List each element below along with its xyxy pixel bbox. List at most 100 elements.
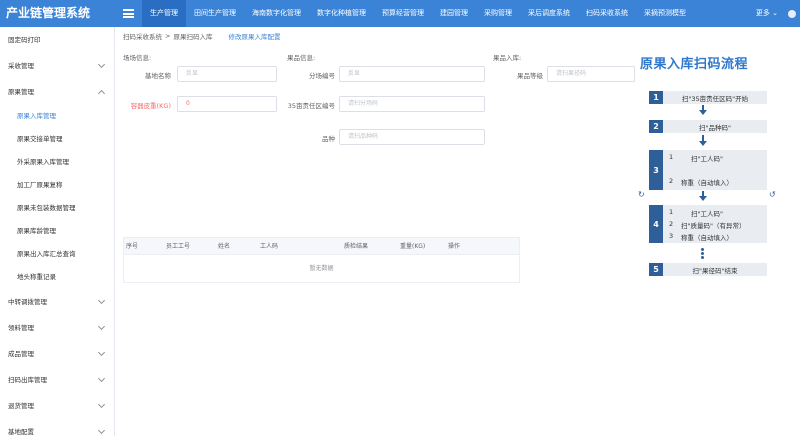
sidebar-item-transfer[interactable]: 中转调拨管理 — [0, 289, 114, 315]
flow-title: 原果入库扫码流程 — [640, 57, 749, 72]
sidebar: 固定码打印 采收管理 原果管理 原果入库管理 原果交接单管理 外采原果入库管理 … — [0, 27, 115, 436]
app-title: 产业链管理系统 — [6, 6, 91, 20]
step-line-index: 3 — [669, 232, 674, 240]
grade-label: 果品等级 — [517, 72, 543, 80]
step-number: 1 — [649, 91, 663, 104]
loop-left-icon: ↻ — [638, 190, 645, 199]
nav-more-label: 更多 — [755, 9, 770, 17]
chevron-down-icon — [97, 322, 106, 331]
step-line-text: 扫"工人码" — [691, 210, 723, 218]
step-number: 3 — [649, 150, 663, 190]
sidebar-item-label: 固定码打印 — [8, 36, 41, 44]
arrow-down-icon — [699, 110, 707, 115]
column-header: 员工工号 — [166, 243, 191, 250]
sidebar-item-label: 原果管理 — [8, 88, 34, 96]
sidebar-item-label: 领料管理 — [8, 324, 34, 332]
sidebar-item-base-config[interactable]: 基地配置 — [0, 419, 114, 436]
variety-label: 品种 — [322, 135, 335, 143]
grade-field[interactable]: 请扫果径码 — [547, 66, 635, 82]
nav-item-digital-planting[interactable]: 数字化种植管理 — [309, 0, 374, 27]
nav-item-post-harvest[interactable]: 采后调度系统 — [520, 0, 578, 27]
column-header: 序号 — [126, 243, 139, 250]
nav-item-budget[interactable]: 预算经营管理 — [374, 0, 432, 27]
sidebar-subitem-external-inbound[interactable]: 外采原果入库管理 — [0, 151, 114, 174]
section-label-field: 场场信息: — [123, 54, 152, 62]
loop-right-icon: ↺ — [769, 190, 776, 199]
zone-code-field[interactable]: 请扫分场码 — [339, 96, 485, 112]
user-avatar[interactable] — [784, 0, 800, 27]
sidebar-item-label: 退货管理 — [8, 402, 34, 410]
step-lines: 1 扫"工人码" 2 扫"质量码"（有异常） 3 称重（自动填入） — [669, 205, 765, 243]
inbound-flow-panel: 原果入库扫码流程 1 扫"35亩责任区码"开始 2 扫"品种码" 3 1 扫"工… — [635, 45, 800, 436]
table-header: 序号 员工工号 姓名 工人码 质检结果 重量(KG) 操作 — [124, 238, 519, 255]
base-name-label: 基地名称 — [145, 72, 171, 80]
sidebar-item-label: 扫码出库管理 — [8, 376, 47, 384]
chevron-down-icon — [97, 296, 106, 305]
column-header: 重量(KG) — [400, 243, 426, 250]
step-line-index: 1 — [669, 208, 674, 216]
sidebar-item-finished[interactable]: 成品管理 — [0, 341, 114, 367]
arrow-down-icon — [699, 196, 707, 201]
menu-toggle-button[interactable] — [114, 0, 142, 27]
sidebar-item-harvest[interactable]: 采收管理 — [0, 53, 114, 79]
chevron-down-icon — [97, 374, 106, 383]
nav-item-orchard-build[interactable]: 建园管理 — [432, 0, 476, 27]
nav-item-scan-harvest[interactable]: 扫码采收系统 — [578, 0, 636, 27]
nav-more-button[interactable]: 更多 ⌄ — [750, 0, 784, 27]
step-line-text: 扫"工人码" — [691, 155, 723, 163]
step-line-text: 称重（自动填入） — [681, 234, 733, 242]
sidebar-item-label: 采收管理 — [8, 62, 34, 70]
sidebar-item-fixed-code-print[interactable]: 固定码打印 — [0, 27, 114, 53]
section-label-block: 果品信息: — [287, 54, 316, 62]
nav-item-production[interactable]: 生产管理 — [142, 0, 186, 27]
breadcrumb-item[interactable]: 扫码采收系统 — [123, 31, 162, 41]
variety-field[interactable]: 请扫品种码 — [339, 129, 485, 145]
chevron-down-icon — [97, 60, 106, 69]
column-header: 工人码 — [260, 243, 279, 250]
sidebar-item-material[interactable]: 领料管理 — [0, 315, 114, 341]
sidebar-subitem-handover[interactable]: 原果交接单管理 — [0, 128, 114, 151]
sidebar-item-returns[interactable]: 退货管理 — [0, 393, 114, 419]
nav-item-purchase[interactable]: 采购管理 — [476, 0, 520, 27]
nav-item-field-production[interactable]: 田间生产管理 — [186, 0, 244, 27]
nav-item-hainan-digital[interactable]: 海南数字化管理 — [244, 0, 309, 27]
step-line-index: 2 — [669, 177, 674, 185]
edit-inbound-config-link[interactable]: 修改原果入库配置 — [228, 31, 280, 41]
ellipsis-dots-icon — [701, 248, 704, 260]
step-lines: 1 扫"工人码" 2 称重（自动填入） — [669, 150, 765, 190]
column-header: 质检结果 — [344, 243, 369, 250]
block-code-field[interactable]: 反显 — [339, 66, 485, 82]
block-code-label: 分场编号 — [309, 72, 335, 80]
step-line-text: 称重（自动填入） — [681, 179, 733, 187]
nav-item-forecast[interactable]: 采摘预测模型 — [636, 0, 694, 27]
sidebar-subitem-reweigh[interactable]: 加工厂原果复称 — [0, 174, 114, 197]
section-label-storage: 果品入库: — [493, 54, 522, 62]
sidebar-item-scan-outbound[interactable]: 扫码出库管理 — [0, 367, 114, 393]
column-header: 姓名 — [218, 243, 231, 250]
sidebar-item-raw-fruit[interactable]: 原果管理 — [0, 79, 114, 105]
step-text: 扫"品种码" — [699, 123, 731, 132]
chevron-down-icon: ⌄ — [772, 9, 778, 17]
step-line-text: 扫"质量码"（有异常） — [681, 222, 746, 230]
chevron-down-icon — [97, 348, 106, 357]
flow-step-1: 1 扫"35亩责任区码"开始 — [649, 91, 767, 104]
sidebar-subitem-stock-age[interactable]: 原果库龄管理 — [0, 220, 114, 243]
sidebar-subitem-unpacked[interactable]: 原果未包装数据管理 — [0, 197, 114, 220]
column-header: 操作 — [448, 243, 461, 250]
app-root: 产业链管理系统 生产管理 田间生产管理 海南数字化管理 数字化种植管理 预算经营… — [0, 0, 800, 436]
step-line-index: 1 — [669, 153, 674, 161]
breadcrumb-separator: > — [165, 32, 171, 40]
base-name-field[interactable]: 反显 — [177, 66, 277, 82]
flow-step-4: 4 1 扫"工人码" 2 扫"质量码"（有异常） 3 称重（自动填入） — [649, 205, 767, 243]
chevron-down-icon — [97, 426, 106, 435]
flow-step-3: 3 1 扫"工人码" 2 称重（自动填入） — [649, 150, 767, 190]
sidebar-subitem-summary[interactable]: 原果出入库汇总查询 — [0, 243, 114, 266]
flow-step-5: 5 扫"果径码"结束 — [649, 263, 767, 276]
sidebar-subitem-raw-inbound[interactable]: 原果入库管理 — [0, 105, 114, 128]
sidebar-item-label: 中转调拨管理 — [8, 298, 47, 306]
tare-weight-field[interactable]: 0 — [177, 96, 277, 112]
step-number: 4 — [649, 205, 663, 243]
sidebar-subitem-field-weigh[interactable]: 地头称重记录 — [0, 266, 114, 289]
step-text: 扫"35亩责任区码"开始 — [681, 94, 749, 103]
top-navbar: 产业链管理系统 生产管理 田间生产管理 海南数字化管理 数字化种植管理 预算经营… — [0, 0, 800, 27]
